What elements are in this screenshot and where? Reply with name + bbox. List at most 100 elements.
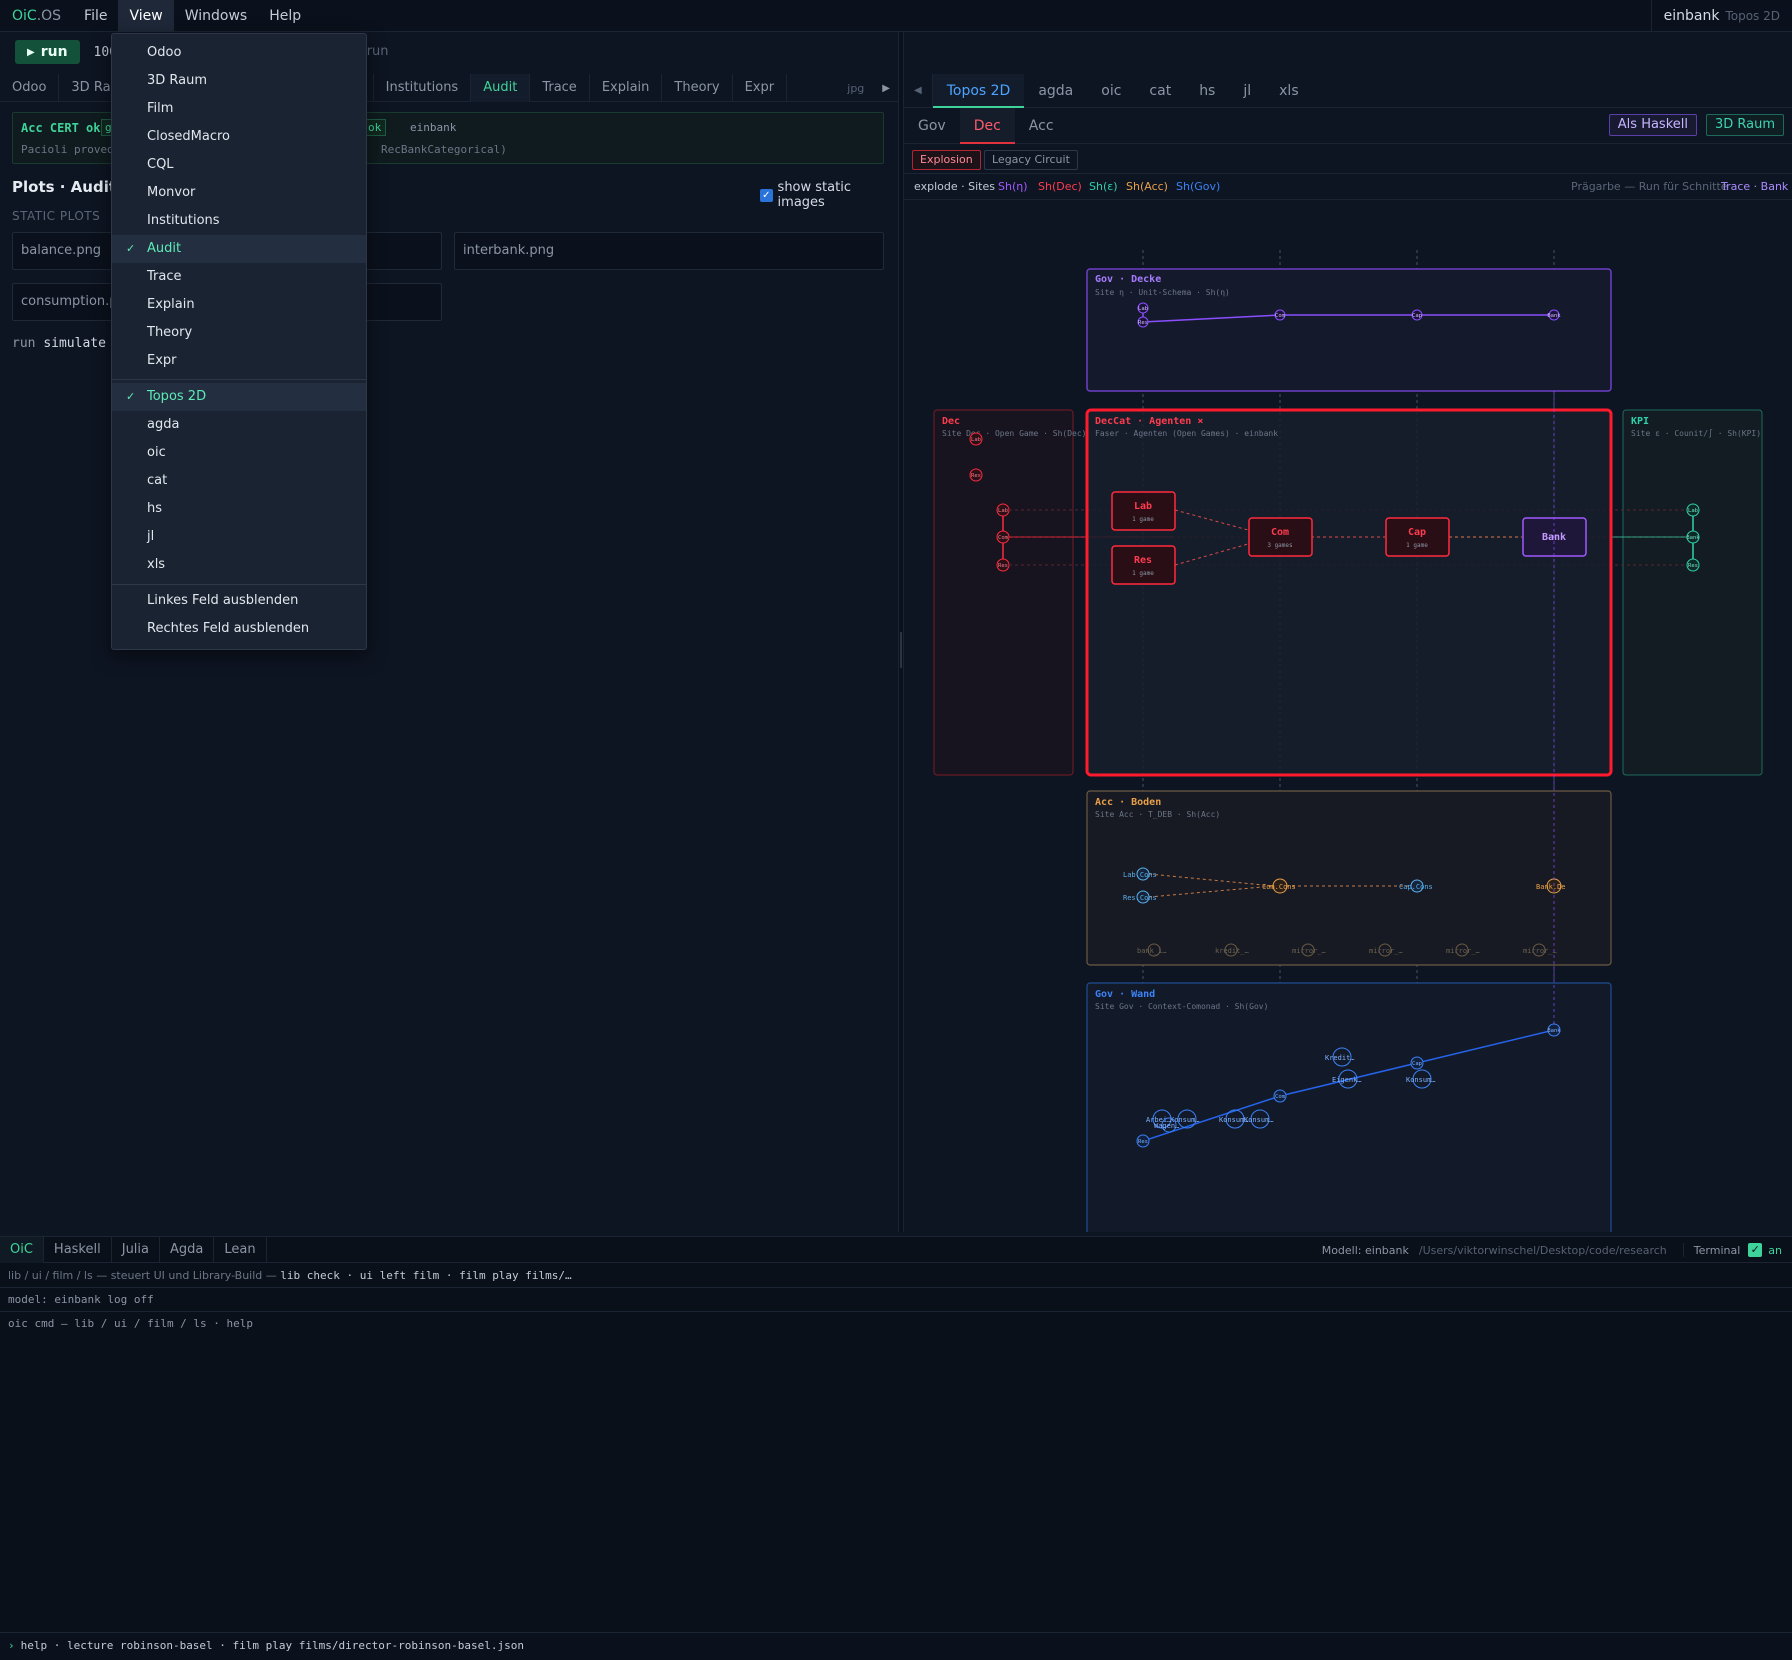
- menu-item-hide-right[interactable]: Rechtes Feld ausblenden: [112, 615, 366, 643]
- bottom-panel: OiC Haskell Julia Agda Lean Modell: einb…: [0, 1236, 1792, 1660]
- menu-view[interactable]: View: [118, 0, 174, 32]
- gov-node-eigenk[interactable]: Eigenk…: [1332, 1076, 1362, 1084]
- gov-node-konsum-4[interactable]: Konsum…: [1406, 1076, 1436, 1084]
- site-acc-boden[interactable]: Acc · Boden Site Acc · T_DEB · Sh(Acc) L…: [1086, 790, 1612, 966]
- agent-com[interactable]: Com 3 games: [1248, 517, 1313, 557]
- checkbox-icon[interactable]: ✓: [760, 188, 773, 202]
- menu-help[interactable]: Help: [258, 0, 312, 32]
- menu-item-agda[interactable]: agda: [112, 411, 366, 439]
- tab-gov[interactable]: Gov: [904, 108, 960, 144]
- acc-account-4[interactable]: mirror_…: [1369, 947, 1403, 955]
- acc-account-1[interactable]: bank_i…: [1137, 947, 1167, 955]
- menu-item-cat[interactable]: cat: [112, 467, 366, 495]
- acc-account-3[interactable]: mirror_…: [1292, 947, 1326, 955]
- menu-item-monvor[interactable]: Monvor: [112, 179, 366, 207]
- tab-institutions[interactable]: Institutions: [374, 74, 472, 102]
- menu-item-audit[interactable]: ✓ Audit: [112, 235, 366, 263]
- cert-proof: Pacioli proved: [21, 143, 114, 156]
- tab-haskell[interactable]: Haskell: [44, 1237, 112, 1263]
- menu-item-cql[interactable]: CQL: [112, 151, 366, 179]
- tab-trace[interactable]: Trace: [530, 74, 590, 102]
- menu-windows[interactable]: Windows: [174, 0, 259, 32]
- menu-item-expr[interactable]: Expr: [112, 347, 366, 375]
- tab-explain[interactable]: Explain: [590, 74, 663, 102]
- tab-acc[interactable]: Acc: [1015, 108, 1068, 144]
- als-haskell-button[interactable]: Als Haskell: [1608, 114, 1697, 136]
- layer-sh-eta[interactable]: Sh(η): [998, 180, 1028, 193]
- tab-dec[interactable]: Dec: [959, 108, 1015, 144]
- tab-agda[interactable]: agda: [1024, 74, 1087, 108]
- menu-item-hide-left[interactable]: Linkes Feld ausblenden: [112, 587, 366, 615]
- menu-item-film[interactable]: Film: [112, 95, 366, 123]
- site-dec[interactable]: Dec Site Dec · Open Game · Sh(Dec): [933, 409, 1087, 776]
- svg-text:Res: Res: [1134, 555, 1152, 566]
- gov-node-wagen[interactable]: Wagen…: [1154, 1122, 1179, 1130]
- tab-theory[interactable]: Theory: [662, 74, 733, 102]
- tabs-prev-icon[interactable]: ◀: [904, 74, 933, 108]
- tab-3d-raum[interactable]: 3D Rau: [59, 74, 118, 102]
- menu-item-institutions[interactable]: Institutions: [112, 207, 366, 235]
- site-deccat[interactable]: DecCat · Agenten × Faser · Agenten (Open…: [1085, 408, 1613, 777]
- tab-cat[interactable]: cat: [1135, 74, 1185, 108]
- svg-text:Com: Com: [1271, 527, 1289, 538]
- tab-audit[interactable]: Audit: [471, 74, 531, 102]
- tab-expr[interactable]: Expr: [733, 74, 788, 102]
- tab-topos-2d[interactable]: Topos 2D: [932, 74, 1025, 108]
- export-format[interactable]: jpg: [837, 82, 874, 95]
- menu-item-odoo[interactable]: Odoo: [112, 39, 366, 67]
- agent-res[interactable]: Res 1 game: [1111, 545, 1176, 585]
- menu-item-3d-raum[interactable]: 3D Raum: [112, 67, 366, 95]
- tab-lean[interactable]: Lean: [214, 1237, 267, 1263]
- menu-file[interactable]: File: [73, 0, 118, 32]
- layer-sh-dec[interactable]: Sh(Dec): [1038, 180, 1082, 193]
- splitter-grip[interactable]: [900, 632, 902, 668]
- static-images-toggle[interactable]: ✓ show static images: [760, 180, 898, 210]
- checkbox-icon[interactable]: ✓: [1748, 1243, 1763, 1257]
- agent-lab[interactable]: Lab 1 game: [1111, 491, 1176, 531]
- tab-oic[interactable]: oic: [1087, 74, 1135, 108]
- acc-account-5[interactable]: mirror_…: [1446, 947, 1480, 955]
- tab-jl[interactable]: jl: [1229, 74, 1265, 108]
- menu-separator: [112, 379, 366, 380]
- layer-sh-eps[interactable]: Sh(ε): [1089, 180, 1117, 193]
- menu-item-topos-2d[interactable]: ✓ Topos 2D: [112, 383, 366, 411]
- site-kpi[interactable]: KPI Site ε · Counit/∫ · Sh(KPI): [1622, 409, 1763, 776]
- tab-xls[interactable]: xls: [1265, 74, 1312, 108]
- menu-item-closedmacro[interactable]: ClosedMacro: [112, 123, 366, 151]
- explosion-button[interactable]: Explosion: [912, 150, 981, 170]
- legacy-circuit-button[interactable]: Legacy Circuit: [984, 150, 1078, 170]
- trace-bank-link[interactable]: Trace · Bank: [1721, 180, 1788, 193]
- gov-node-kredit[interactable]: Kredit…: [1325, 1054, 1355, 1062]
- svg-text:Lab: Lab: [998, 508, 1008, 514]
- menu-item-explain[interactable]: Explain: [112, 291, 366, 319]
- tab-agda-repl[interactable]: Agda: [160, 1237, 215, 1263]
- menu-item-jl[interactable]: jl: [112, 523, 366, 551]
- layer-sh-acc[interactable]: Sh(Acc): [1126, 180, 1168, 193]
- app-logo[interactable]: OiC.OS: [0, 8, 73, 24]
- menu-item-trace[interactable]: Trace: [112, 263, 366, 291]
- tabs-next-icon[interactable]: ▶: [874, 83, 898, 94]
- repl-cmd-hint: oic cmd — lib / ui / film / ls · help: [8, 1317, 254, 1330]
- tab-hs[interactable]: hs: [1185, 74, 1229, 108]
- acc-account-2[interactable]: kredit_…: [1215, 947, 1249, 955]
- site-gov-decke[interactable]: Gov · Decke Site η · Unit-Schema · Sh(η): [1086, 268, 1612, 392]
- menu-item-theory[interactable]: Theory: [112, 319, 366, 347]
- right-tabs: ◀ Topos 2D agda oic cat hs jl xls: [904, 74, 1792, 108]
- menu-item-oic[interactable]: oic: [112, 439, 366, 467]
- gov-node-konsum-3[interactable]: Konsum…: [1244, 1116, 1274, 1124]
- layer-sh-gov[interactable]: Sh(Gov): [1176, 180, 1220, 193]
- acc-account-6[interactable]: mirror_…: [1523, 947, 1557, 955]
- tab-julia[interactable]: Julia: [112, 1237, 160, 1263]
- run-button[interactable]: ▶ run: [15, 40, 80, 64]
- menu-item-hs[interactable]: hs: [112, 495, 366, 523]
- terminal-toggle[interactable]: Terminal ✓ an: [1682, 1243, 1792, 1257]
- agent-cap[interactable]: Cap 1 game: [1385, 517, 1450, 557]
- tab-odoo[interactable]: Odoo: [0, 74, 60, 102]
- plot-interbank[interactable]: interbank.png: [454, 232, 884, 270]
- model-name: einbank: [1663, 8, 1720, 24]
- 3d-raum-button[interactable]: 3D Raum: [1705, 114, 1784, 136]
- cert-status: Acc CERT ok: [21, 121, 101, 135]
- tab-oic-repl[interactable]: OiC: [0, 1237, 44, 1263]
- menu-item-xls[interactable]: xls: [112, 551, 366, 579]
- command-prompt[interactable]: › help · lecture robinson-basel · film pl…: [0, 1632, 1792, 1660]
